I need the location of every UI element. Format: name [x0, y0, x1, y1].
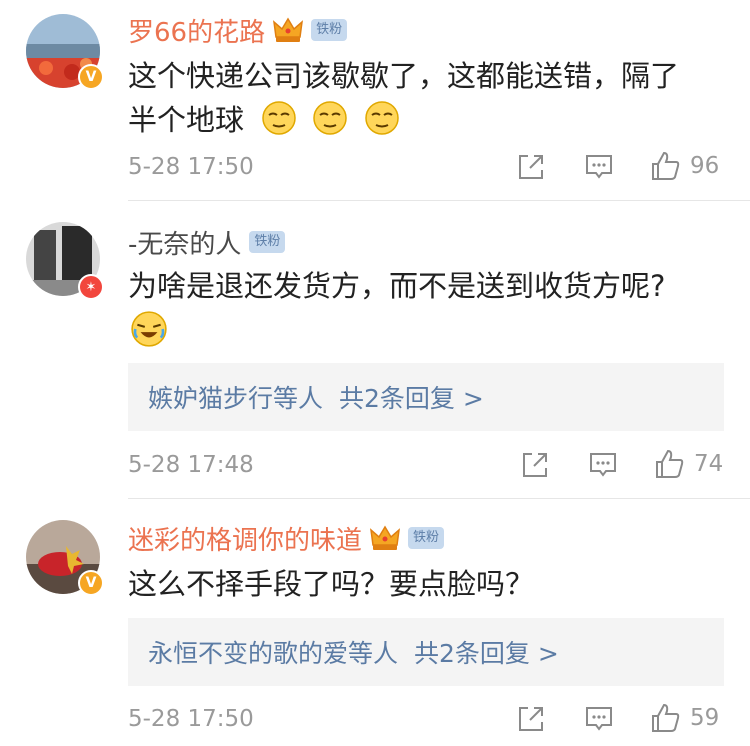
forward-icon[interactable] [520, 450, 550, 480]
forward-icon[interactable] [516, 152, 546, 182]
like-icon [652, 151, 680, 180]
reply-connector: 等人 [273, 384, 324, 413]
fan-badge: 铁粉 [249, 231, 286, 253]
comment-time: 5-28 17:50 [128, 154, 254, 180]
comment-item: V 迷彩的格调你的味道 铁粉 这么不择手段了吗？要点脸吗？ 永恒不变的歌的爱 等… [0, 498, 750, 746]
username[interactable]: -无奈的人 [128, 224, 241, 261]
like-button[interactable]: 74 [654, 448, 723, 480]
verified-badge: V [78, 64, 104, 90]
reply-preview[interactable]: 嫉妒猫步行 等人 共2条回复 > [128, 363, 724, 431]
verified-badge: ✶ [78, 274, 104, 300]
like-count: 59 [690, 705, 720, 731]
crown-icon [273, 17, 304, 42]
like-count: 96 [690, 153, 720, 179]
username[interactable]: 罗66的花路 [128, 12, 265, 49]
like-button[interactable]: 59 [650, 702, 719, 734]
like-button[interactable]: 96 [650, 150, 719, 182]
fan-badge: 铁粉 [311, 19, 348, 41]
forward-icon[interactable] [516, 704, 546, 734]
like-count: 74 [694, 451, 724, 477]
comment-icon[interactable] [588, 450, 618, 480]
reply-users[interactable]: 永恒不变的歌的爱 [148, 634, 348, 670]
reply-users[interactable]: 嫉妒猫步行 [148, 379, 273, 415]
emoji-icon [313, 101, 348, 135]
comment-icon[interactable] [584, 152, 614, 182]
reply-count-link[interactable]: 共2条回复 > [339, 379, 484, 415]
comment-time: 5-28 17:50 [128, 706, 254, 732]
verified-badge: V [78, 570, 104, 596]
reply-count-link[interactable]: 共2条回复 > [414, 634, 559, 670]
reply-connector: 等人 [348, 639, 399, 668]
crown-icon [370, 525, 401, 550]
comment-text-line2: 半个地球 [128, 98, 406, 142]
emoji-icon [262, 101, 296, 135]
comment-time: 5-28 17:48 [128, 452, 254, 478]
reply-preview[interactable]: 永恒不变的歌的爱 等人 共2条回复 > [128, 618, 724, 686]
emoji-icon [364, 101, 399, 135]
comment-icon[interactable] [584, 704, 614, 734]
username[interactable]: 迷彩的格调你的味道 [128, 520, 362, 557]
comment-text: 这么不择手段了吗？要点脸吗？ [128, 567, 535, 601]
comment-text: 为啥是退还发货方，而不是送到收货方呢? [128, 269, 666, 303]
like-icon [652, 703, 680, 732]
comment-item: ✶ -无奈的人 铁粉 为啥是退还发货方，而不是送到收货方呢? 嫉妒猫步行 等人 … [0, 200, 750, 500]
comment-text: 这个快递公司该歇歇了，这都能送错，隔了 [128, 59, 680, 93]
like-icon [656, 449, 684, 478]
fan-badge: 铁粉 [408, 527, 445, 549]
comment-item: V 罗66的花路 铁粉 这个快递公司该歇歇了，这都能送错，隔了 半个地球 5-2… [0, 0, 750, 201]
emoji-icon [131, 311, 167, 347]
